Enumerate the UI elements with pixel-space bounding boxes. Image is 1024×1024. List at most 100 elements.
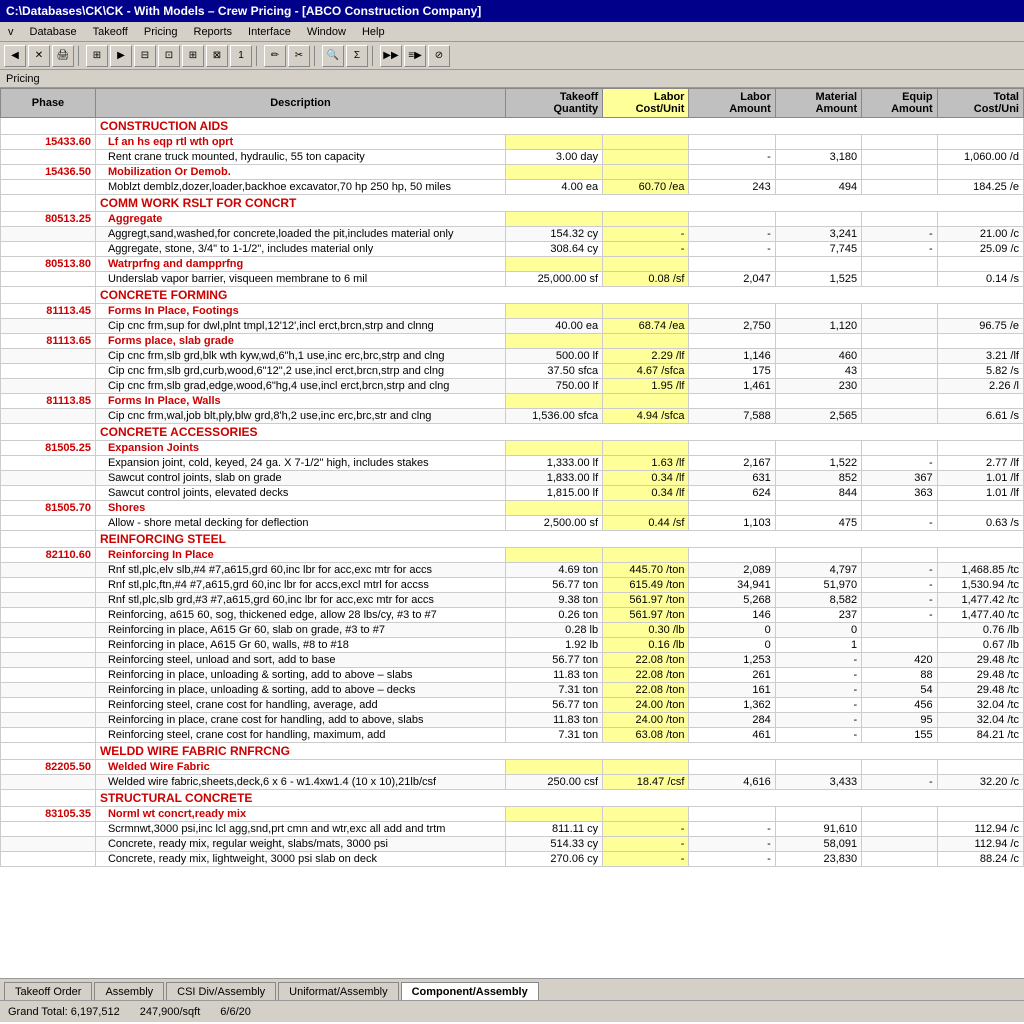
header-labor-amount: LaborAmount [689,89,775,118]
labor-amt-cell: 5,268 [689,593,775,608]
toolbar-btn-5[interactable]: ▶ [110,45,132,67]
equip-cell: 54 [862,683,938,698]
material-cell: 237 [775,608,861,623]
labor-unit-cell: 22.08 /ton [603,683,689,698]
table-row: Concrete, ready mix, regular weight, sla… [1,837,1024,852]
equip-cell [862,150,938,165]
toolbar-btn-10[interactable]: 1 [230,45,252,67]
toolbar-btn-7[interactable]: ⊡ [158,45,180,67]
labor-unit-cell [603,212,689,227]
labor-unit-cell [603,304,689,319]
desc-cell: Sawcut control joints, elevated decks [95,486,505,501]
phase-cell: 80513.80 [1,257,96,272]
toolbar-btn-15[interactable]: ▶▶ [380,45,402,67]
table-row: 81505.70 Shores [1,501,1024,516]
takeoff-cell: 9.38 ton [506,593,603,608]
equip-cell [862,334,938,349]
total-cell: 32.04 /tc [937,698,1023,713]
equip-cell: 95 [862,713,938,728]
toolbar-btn-13[interactable]: 🔍 [322,45,344,67]
toolbar-btn-12[interactable]: ✂ [288,45,310,67]
material-cell: 844 [775,486,861,501]
phase-cell [1,180,96,195]
desc-cell: Reinforcing in place, unloading & sortin… [95,668,505,683]
phase-cell [1,272,96,287]
labor-unit-cell: 1.95 /lf [603,379,689,394]
material-cell: 852 [775,471,861,486]
equip-cell [862,364,938,379]
menu-takeoff[interactable]: Takeoff [85,24,136,40]
labor-amt-cell: 161 [689,683,775,698]
path-label: Pricing [6,73,40,85]
equip-cell: 363 [862,486,938,501]
menu-interface[interactable]: Interface [240,24,299,40]
material-cell: 494 [775,180,861,195]
toolbar-btn-14[interactable]: Σ [346,45,368,67]
toolbar-btn-11[interactable]: ✏ [264,45,286,67]
menu-database[interactable]: Database [22,24,85,40]
header-total: TotalCost/Uni [937,89,1023,118]
phase-cell [1,150,96,165]
subsection-label: Aggregate [95,212,505,227]
toolbar-btn-17[interactable]: ⊘ [428,45,450,67]
toolbar-btn-3[interactable]: 🖨 [52,45,74,67]
phase-cell [1,409,96,424]
menu-window[interactable]: Window [299,24,354,40]
phase-cell [1,743,96,760]
toolbar-btn-16[interactable]: ≡▶ [404,45,426,67]
phase-cell: 81113.65 [1,334,96,349]
equip-cell [862,319,938,334]
labor-unit-cell: 18.47 /csf [603,775,689,790]
table-row: Underslab vapor barrier, visqueen membra… [1,272,1024,287]
labor-unit-cell [603,760,689,775]
takeoff-cell: 1,815.00 lf [506,486,603,501]
labor-unit-cell [603,257,689,272]
menu-help[interactable]: Help [354,24,393,40]
toolbar-btn-2[interactable]: ✕ [28,45,50,67]
labor-unit-cell: 0.34 /lf [603,486,689,501]
tab-takeoff-order[interactable]: Takeoff Order [4,982,92,1000]
table-row: Expansion joint, cold, keyed, 24 ga. X 7… [1,456,1024,471]
desc-cell: Rnf stl,plc,slb grd,#3 #7,a615,grd 60,in… [95,593,505,608]
takeoff-cell: 11.83 ton [506,668,603,683]
labor-unit-cell [603,501,689,516]
tab-assembly[interactable]: Assembly [94,982,164,1000]
labor-unit-cell: 60.70 /ea [603,180,689,195]
toolbar-btn-6[interactable]: ⊟ [134,45,156,67]
total-cell: 1,468.85 /tc [937,563,1023,578]
toolbar-btn-1[interactable]: ◀ [4,45,26,67]
labor-amt-cell: 34,941 [689,578,775,593]
material-cell [775,304,861,319]
toolbar-btn-9[interactable]: ⊠ [206,45,228,67]
tab-csi-div-assembly[interactable]: CSI Div/Assembly [166,982,276,1000]
table-row: Concrete, ready mix, lightweight, 3000 p… [1,852,1024,867]
takeoff-cell [506,304,603,319]
tab-uniformat-assembly[interactable]: Uniformat/Assembly [278,982,398,1000]
total-cell: 84.21 /tc [937,728,1023,743]
labor-amt-cell: 0 [689,623,775,638]
tab-component-assembly[interactable]: Component/Assembly [401,982,539,1000]
labor-amt-cell: 461 [689,728,775,743]
table-container[interactable]: Phase Description TakeoffQuantity LaborC… [0,88,1024,978]
subsection-label: Forms In Place, Footings [95,304,505,319]
total-cell: 184.25 /e [937,180,1023,195]
header-labor-unit: LaborCost/Unit [603,89,689,118]
phase-cell [1,516,96,531]
table-row: 83105.35 Norml wt concrt,ready mix [1,807,1024,822]
menu-pricing[interactable]: Pricing [136,24,186,40]
toolbar-sep-4 [372,46,376,66]
labor-amt-cell [689,441,775,456]
menu-reports[interactable]: Reports [186,24,241,40]
menu-v[interactable]: v [0,24,22,40]
desc-cell: Cip cnc frm,slb grad,edge,wood,6"hg,4 us… [95,379,505,394]
total-cell: 5.82 /s [937,364,1023,379]
toolbar-btn-4[interactable]: ⊞ [86,45,108,67]
labor-unit-cell: 4.67 /sfca [603,364,689,379]
material-cell [775,441,861,456]
labor-unit-cell [603,165,689,180]
subsection-label: Lf an hs eqp rtl wth oprt [95,135,505,150]
toolbar-btn-8[interactable]: ⊞ [182,45,204,67]
total-cell: 1,477.40 /tc [937,608,1023,623]
labor-amt-cell [689,807,775,822]
phase-cell [1,563,96,578]
